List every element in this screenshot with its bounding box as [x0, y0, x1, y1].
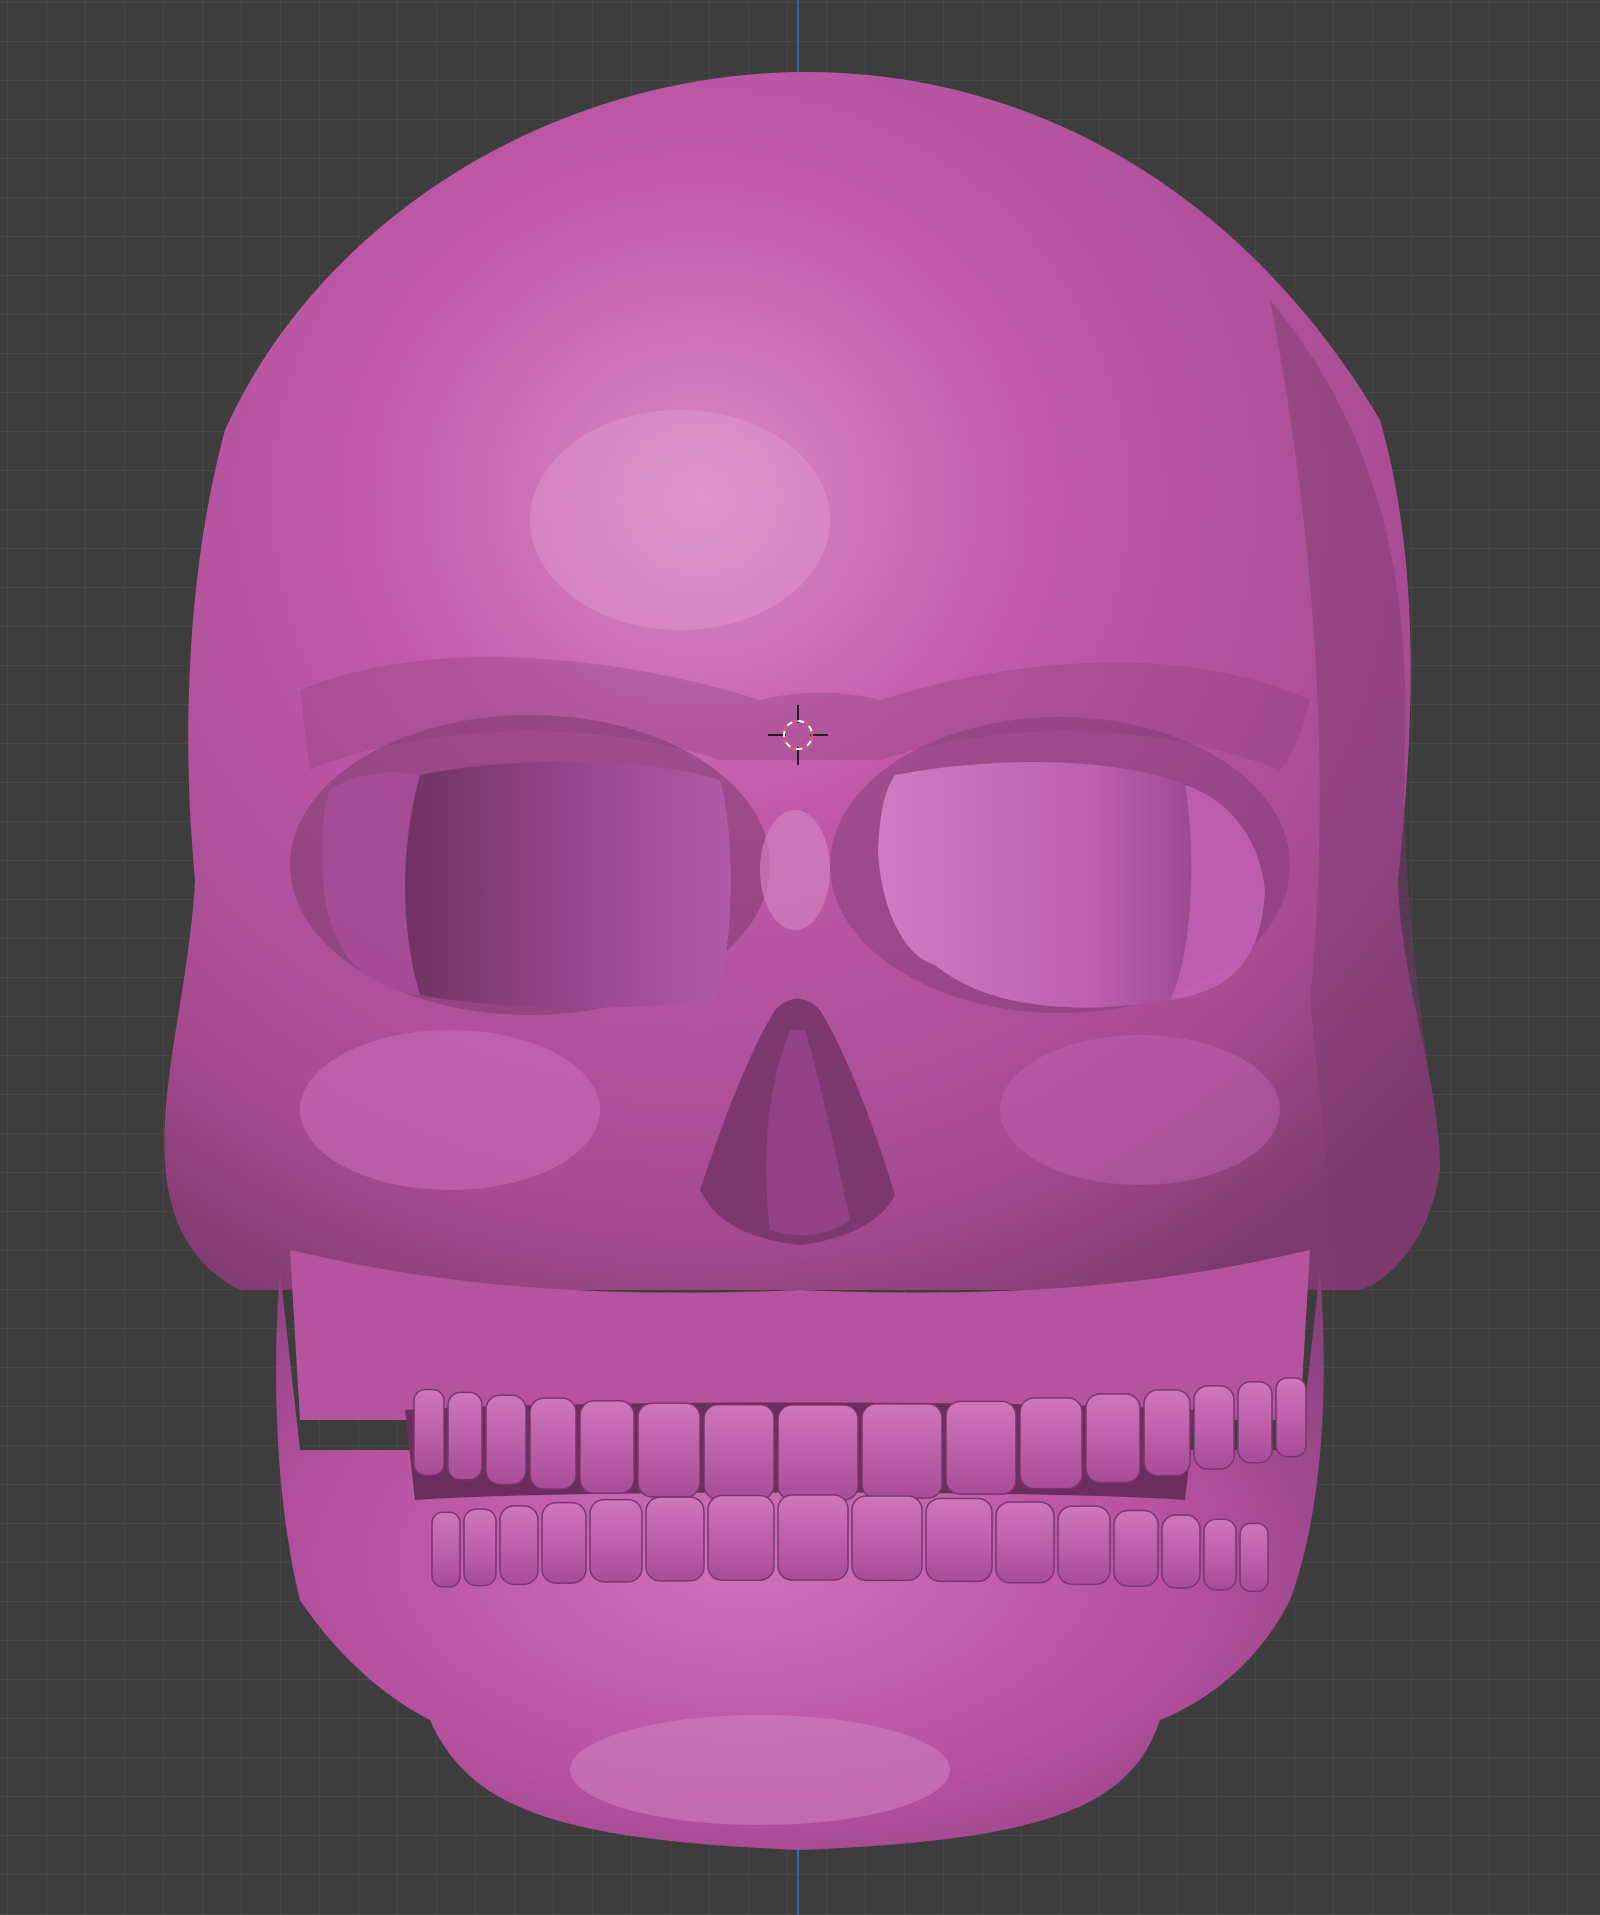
tooth [637, 1402, 701, 1498]
tooth [1113, 1509, 1159, 1587]
tooth [1193, 1384, 1235, 1470]
tooth [431, 1511, 461, 1588]
tooth [1237, 1380, 1273, 1464]
tooth [1057, 1505, 1111, 1586]
tooth [707, 1494, 775, 1581]
right-cheekbone [1000, 1035, 1280, 1185]
forehead-highlight [530, 410, 830, 630]
tooth [861, 1403, 943, 1499]
tooth [1239, 1522, 1269, 1593]
chin-highlight [570, 1715, 950, 1825]
tooth [447, 1391, 483, 1481]
tooth [995, 1501, 1055, 1584]
left-eye-socket [405, 761, 731, 1008]
tooth [925, 1497, 993, 1583]
viewport-3d[interactable] [0, 0, 1600, 1915]
tooth [1143, 1389, 1191, 1477]
tooth [1275, 1377, 1307, 1458]
tooth [579, 1400, 635, 1495]
skull-model[interactable] [0, 0, 1600, 1915]
tooth [851, 1495, 923, 1582]
tooth [645, 1496, 705, 1582]
tooth [463, 1508, 497, 1587]
tooth [589, 1498, 643, 1583]
tooth [499, 1505, 539, 1586]
tooth [541, 1501, 587, 1584]
tooth [1203, 1518, 1237, 1591]
tooth [945, 1400, 1017, 1495]
tooth [777, 1494, 849, 1581]
tooth [1019, 1397, 1083, 1490]
tooth [777, 1404, 859, 1501]
tooth [485, 1394, 527, 1486]
tooth [703, 1403, 775, 1501]
tooth [529, 1397, 577, 1490]
tooth [1085, 1393, 1141, 1484]
tooth [413, 1388, 445, 1476]
left-cheekbone [300, 1030, 600, 1190]
nasal-bridge [760, 810, 830, 930]
tooth [1161, 1514, 1201, 1589]
